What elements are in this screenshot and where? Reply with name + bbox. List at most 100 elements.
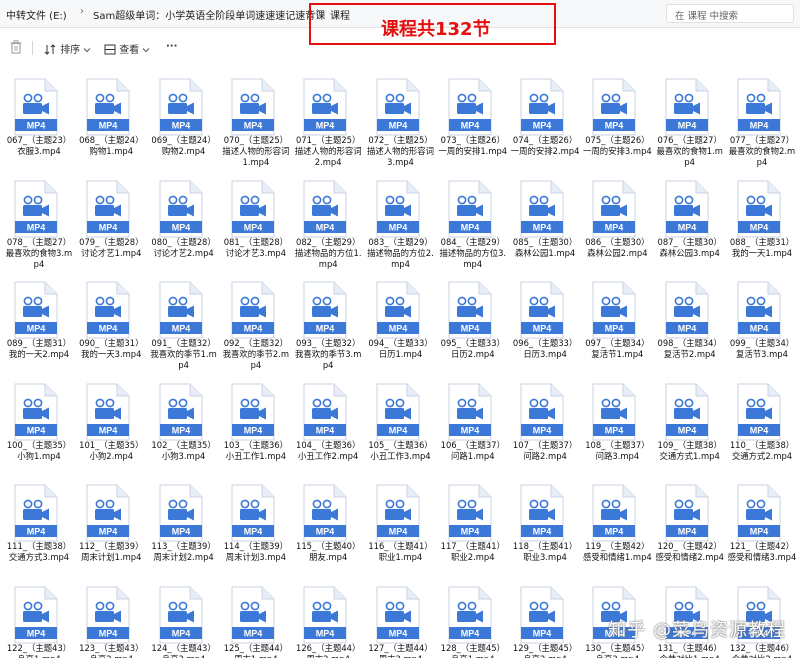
file-item[interactable]: MP4 085_（主题30）森林公园1.mp4 — [510, 174, 580, 270]
file-item[interactable]: MP4 069_（主题24）购物2.mp4 — [149, 72, 219, 168]
file-type-badge: MP4 — [388, 425, 407, 435]
file-item[interactable]: MP4 128_（主题45）身高1.mp4 — [438, 580, 508, 658]
file-item[interactable]: MP4 115_（主题40）朋友.mp4 — [293, 478, 363, 574]
file-item[interactable]: MP4 119_（主题42）感受和情绪1.mp4 — [582, 478, 652, 574]
file-item[interactable]: MP4 098_（主题34）复活节2.mp4 — [655, 275, 725, 371]
file-name: 116_（主题41）职业1.mp4 — [368, 541, 433, 562]
file-item[interactable]: MP4 082_（主题29）描述物品的方位1.mp4 — [293, 174, 363, 270]
file-type-badge: MP4 — [244, 121, 263, 131]
file-item[interactable]: MP4 101_（主题35）小狗2.mp4 — [76, 377, 146, 473]
file-type-badge: MP4 — [533, 222, 552, 232]
breadcrumb-chevron-icon[interactable]: › — [80, 6, 84, 17]
file-item[interactable]: MP4 109_（主题38）交通方式1.mp4 — [655, 377, 725, 473]
file-type-badge: MP4 — [461, 527, 480, 537]
file-item[interactable]: MP4 070_（主题25）描述人物的形容词1.mp4 — [221, 72, 291, 168]
mp4-file-icon: MP4 — [303, 78, 347, 136]
mp4-file-icon: MP4 — [520, 180, 564, 237]
file-item[interactable]: MP4 086_（主题30）森林公园2.mp4 — [582, 174, 652, 270]
search-input[interactable]: 在 课程 中搜索 — [666, 4, 794, 23]
file-item[interactable]: MP4 078_（主题27）最喜欢的食物3.mp4 — [4, 174, 74, 270]
file-item[interactable]: MP4 091_（主题32）我喜欢的季节1.mp4 — [149, 275, 219, 371]
file-item[interactable]: MP4 093_（主题32）我喜欢的季节3.mp4 — [293, 275, 363, 371]
view-button[interactable]: 查看 — [104, 41, 150, 56]
file-item[interactable]: MP4 107_（主题37）问路2.mp4 — [510, 377, 580, 473]
mp4-file-icon: MP4 — [303, 281, 347, 339]
file-item[interactable]: MP4 103_（主题36）小丑工作1.mp4 — [221, 377, 291, 473]
file-item[interactable]: MP4 072_（主题25）描述人物的形容词3.mp4 — [366, 72, 436, 168]
file-type-badge: MP4 — [316, 527, 335, 537]
file-item[interactable]: MP4 076_（主题27）最喜欢的食物1.mp4 — [655, 72, 725, 168]
sort-button[interactable]: 排序 — [44, 41, 91, 56]
file-type-badge: MP4 — [533, 628, 552, 638]
file-type-badge: MP4 — [605, 222, 624, 232]
mp4-file-icon: MP4 — [665, 281, 709, 339]
file-item[interactable]: MP4 114_（主题39）周末计划3.mp4 — [221, 478, 291, 574]
file-item[interactable]: MP4 077_（主题27）最喜欢的食物2.mp4 — [727, 72, 797, 168]
file-type-badge: MP4 — [388, 628, 407, 638]
file-item[interactable]: MP4 084_（主题29）描述物品的方位3.mp4 — [438, 174, 508, 270]
file-item[interactable]: MP4 117_（主题41）职业2.mp4 — [438, 478, 508, 574]
file-name: 092_（主题32）我喜欢的季节2.mp4 — [222, 338, 290, 370]
file-item[interactable]: MP4 129_（主题45）身高2.mp4 — [510, 580, 580, 658]
file-item[interactable]: MP4 083_（主题29）描述物品的方位2.mp4 — [366, 174, 436, 270]
file-item[interactable]: MP4 104_（主题36）小丑工作2.mp4 — [293, 377, 363, 473]
file-item[interactable]: MP4 079_（主题28）讨论才艺1.mp4 — [76, 174, 146, 270]
file-name: 099_（主题34）复活节3.mp4 — [729, 338, 795, 359]
file-item[interactable]: MP4 122_（主题43）身高1.mp4 — [4, 580, 74, 658]
file-item[interactable]: MP4 108_（主题37）问路3.mp4 — [582, 377, 652, 473]
file-item[interactable]: MP4 081_（主题28）讨论才艺3.mp4 — [221, 174, 291, 270]
file-item[interactable]: MP4 089_（主题31）我的一天2.mp4 — [4, 275, 74, 371]
file-item[interactable]: MP4 068_（主题24）购物1.mp4 — [76, 72, 146, 168]
file-name: 108_（主题37）问路3.mp4 — [585, 439, 650, 461]
file-type-badge: MP4 — [677, 425, 696, 435]
file-item[interactable]: MP4 087_（主题30）森林公园3.mp4 — [655, 174, 725, 270]
file-item[interactable]: MP4 102_（主题35）小狗3.mp4 — [149, 377, 219, 473]
file-item[interactable]: MP4 118_（主题41）职业3.mp4 — [510, 478, 580, 574]
file-item[interactable]: MP4 106_（主题37）问路1.mp4 — [438, 377, 508, 473]
file-item[interactable]: MP4 097_（主题34）复活节1.mp4 — [582, 275, 652, 371]
file-item[interactable]: MP4 099_（主题34）复活节3.mp4 — [727, 275, 797, 371]
file-item[interactable]: MP4 090_（主题31）我的一天3.mp4 — [76, 275, 146, 371]
file-item[interactable]: MP4 074_（主题26）一周的安排2.mp4 — [510, 72, 580, 168]
file-item[interactable]: MP4 080_（主题28）讨论才艺2.mp4 — [149, 174, 219, 270]
file-item[interactable]: MP4 126_（主题44）周末2.mp4 — [293, 580, 363, 658]
file-item[interactable]: MP4 071_（主题25）描述人物的形容词2.mp4 — [293, 72, 363, 168]
trash-icon[interactable] — [10, 40, 22, 54]
file-item[interactable]: MP4 113_（主题39）周末计划2.mp4 — [149, 478, 219, 574]
file-item[interactable]: MP4 120_（主题42）感受和情绪2.mp4 — [655, 478, 725, 574]
file-item[interactable]: MP4 127_（主题44）周末3.mp4 — [366, 580, 436, 658]
mp4-file-icon: MP4 — [14, 383, 58, 440]
file-item[interactable]: MP4 111_（主题38）交通方式3.mp4 — [4, 478, 74, 574]
file-item[interactable]: MP4 067_（主题23）衣服3.mp4 — [4, 72, 74, 168]
breadcrumb-course-folder[interactable]: Sam超级单词：小学英语全阶段单词速速速记速背课 — [93, 7, 325, 22]
file-item[interactable]: MP4 125_（主题44）周末1.mp4 — [221, 580, 291, 658]
file-item[interactable]: MP4 121_（主题42）感受和情绪3.mp4 — [727, 478, 797, 574]
file-type-badge: MP4 — [750, 222, 769, 232]
more-options-button[interactable]: ··· — [166, 41, 177, 52]
file-item[interactable]: MP4 100_（主题35）小狗1.mp4 — [4, 377, 74, 473]
mp4-file-icon: MP4 — [376, 383, 419, 440]
file-name: 076_（主题27）最喜欢的食物1.mp4 — [656, 135, 723, 167]
file-item[interactable]: MP4 092_（主题32）我喜欢的季节2.mp4 — [221, 275, 291, 371]
file-item[interactable]: MP4 112_（主题39）周末计划1.mp4 — [76, 478, 146, 574]
file-name: 101_（主题35）小狗2.mp4 — [79, 439, 144, 461]
mp4-file-icon: MP4 — [376, 281, 419, 339]
mp4-file-icon: MP4 — [231, 383, 275, 440]
file-item[interactable]: MP4 094_（主题33）日历1.mp4 — [366, 275, 436, 371]
file-type-badge: MP4 — [244, 425, 263, 435]
file-name: 109_（主题38）交通方式1.mp4 — [657, 439, 722, 461]
file-item[interactable]: MP4 124_（主题43）身高3.mp4 — [149, 580, 219, 658]
file-item[interactable]: MP4 073_（主题26）一周的安排1.mp4 — [438, 72, 508, 168]
file-item[interactable]: MP4 096_（主题33）日历3.mp4 — [510, 275, 580, 371]
breadcrumb-drive[interactable]: 中转文件 (E:) — [6, 7, 67, 22]
file-name: 113_（主题39）周末计划2.mp4 — [151, 541, 216, 562]
file-item[interactable]: MP4 105_（主题36）小丑工作3.mp4 — [366, 377, 436, 473]
file-item[interactable]: MP4 116_（主题41）职业1.mp4 — [366, 478, 436, 574]
file-item[interactable]: MP4 075_（主题26）一周的安排3.mp4 — [582, 72, 652, 168]
file-item[interactable]: MP4 123_（主题43）身高2.mp4 — [76, 580, 146, 658]
file-item[interactable]: MP4 088_（主题31）我的一天1.mp4 — [727, 174, 797, 270]
mp4-file-icon: MP4 — [159, 586, 203, 643]
file-item[interactable]: MP4 110_（主题38）交通方式2.mp4 — [727, 377, 797, 473]
file-item[interactable]: MP4 095_（主题33）日历2.mp4 — [438, 275, 508, 371]
mp4-file-icon: MP4 — [14, 586, 58, 643]
